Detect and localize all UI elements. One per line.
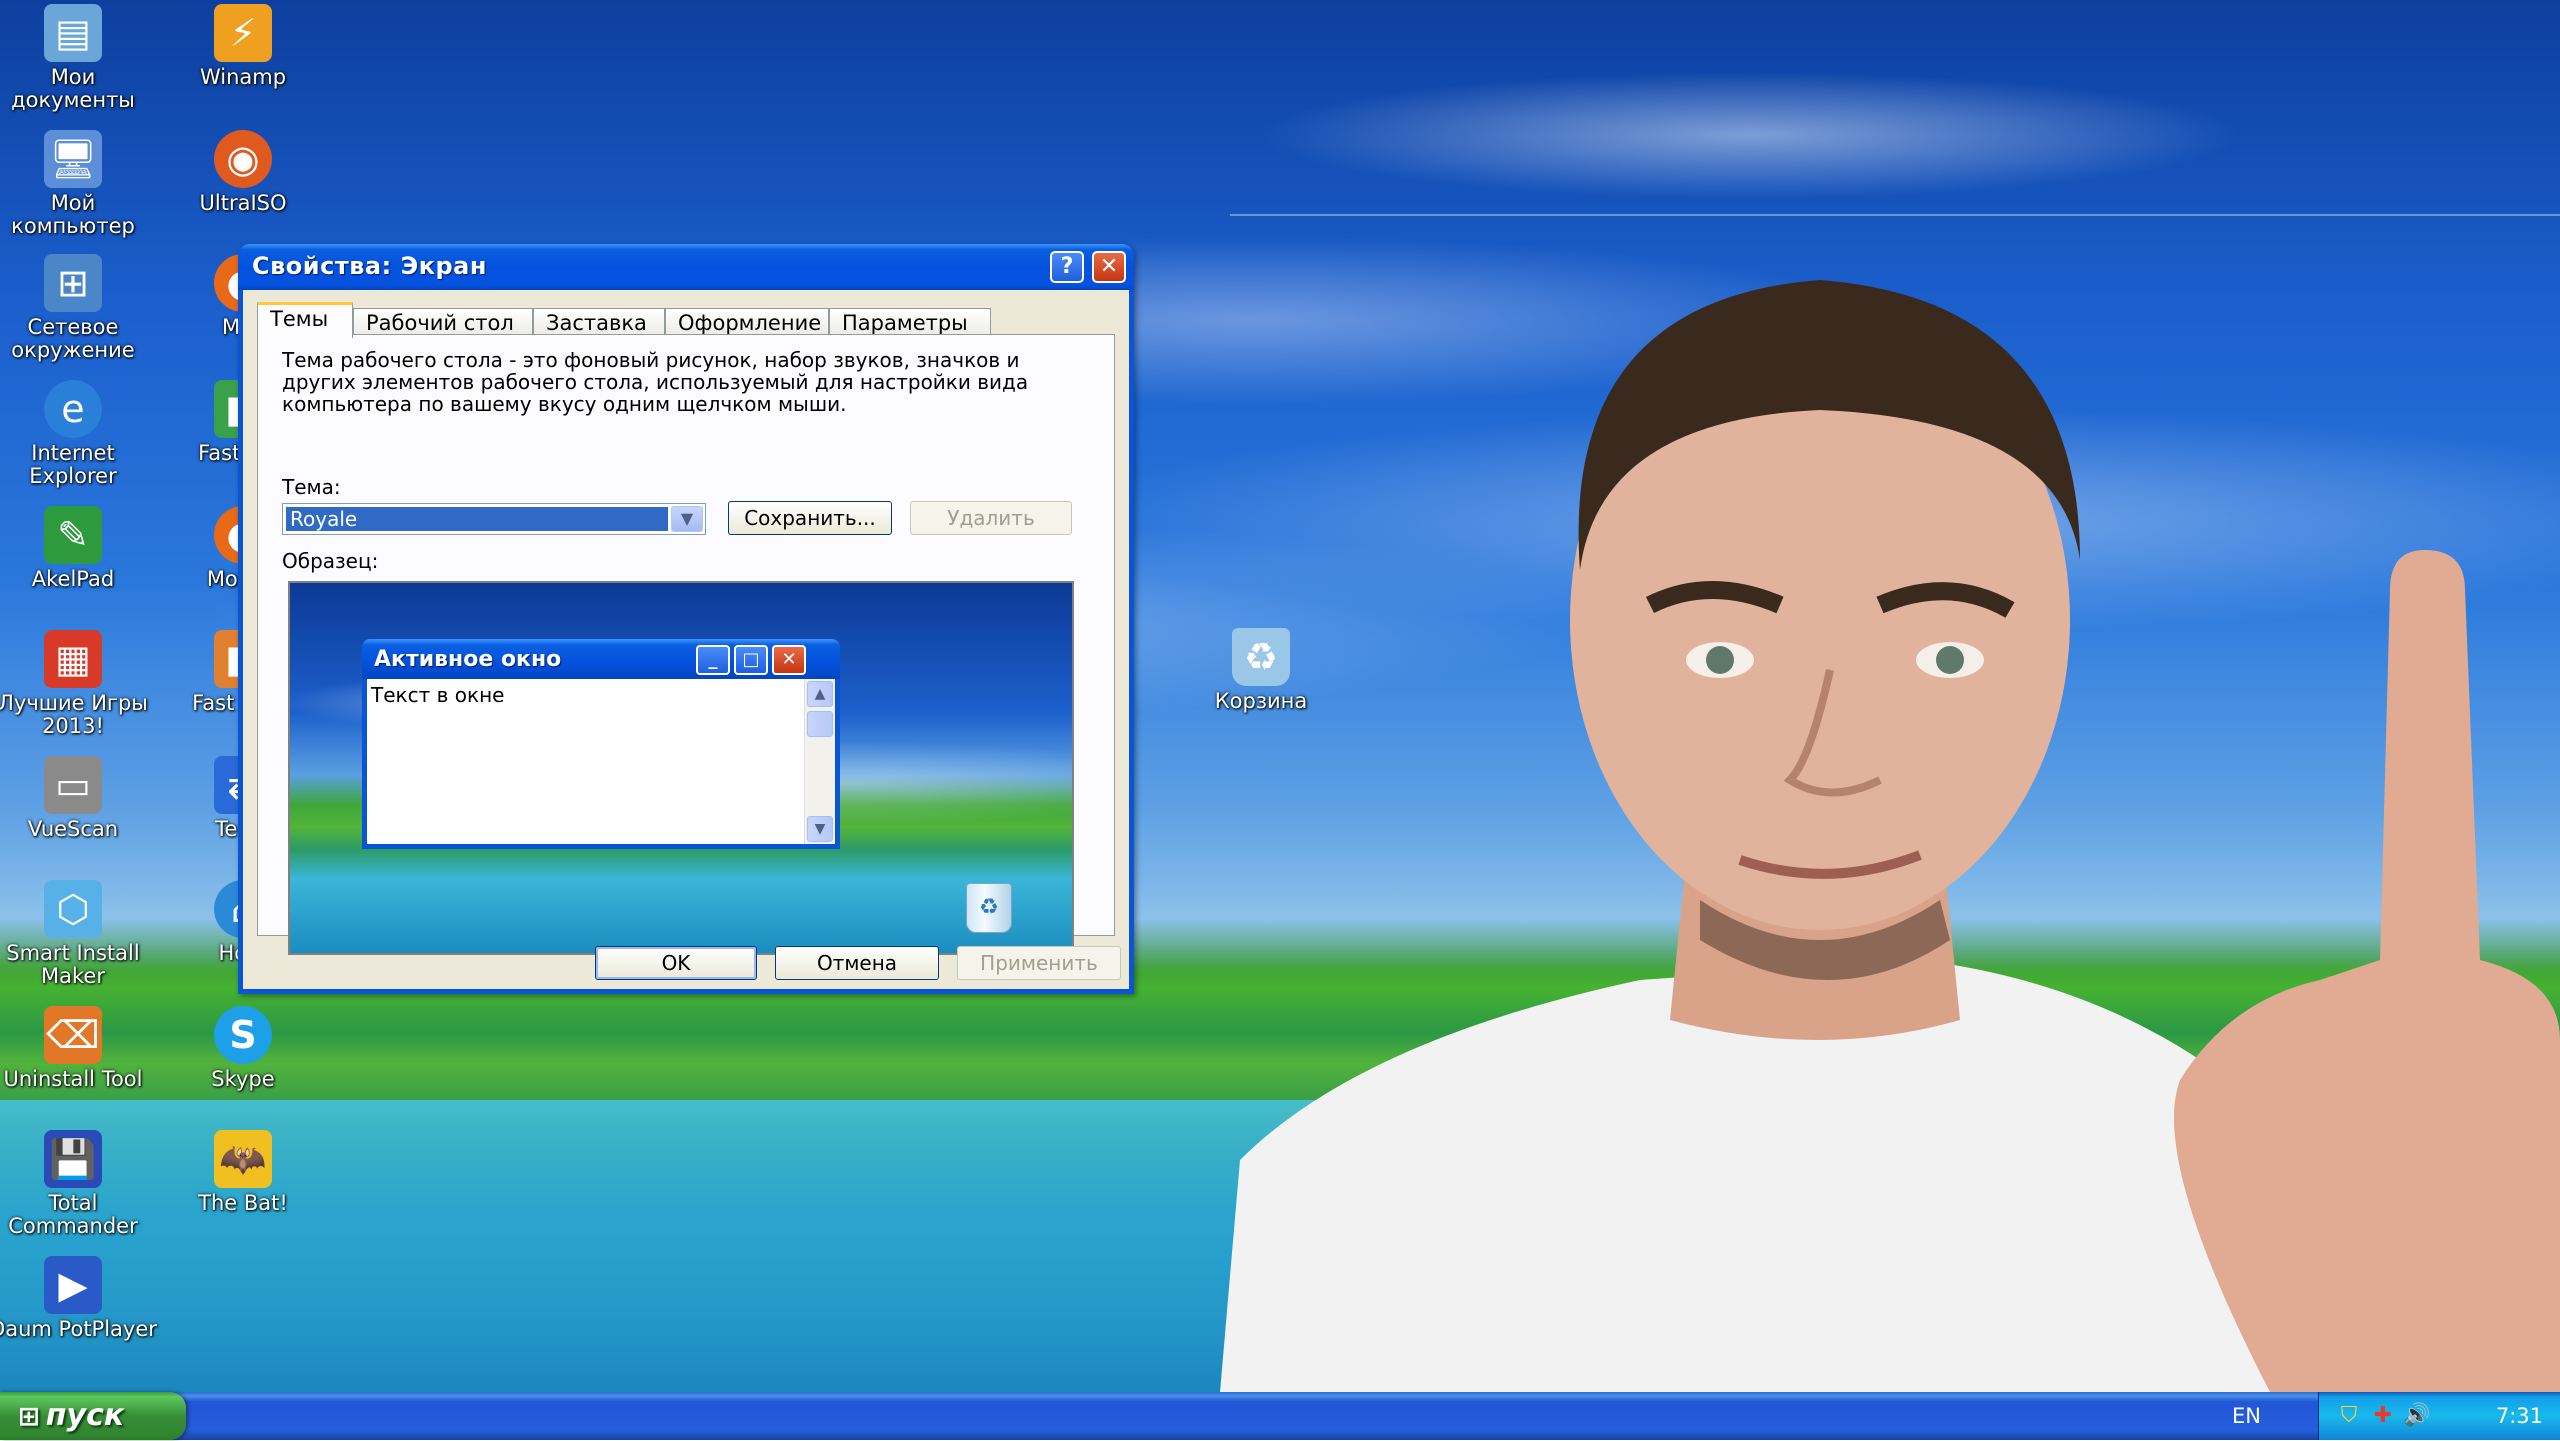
- desktop-icon-winamp[interactable]: ⚡ Winamp: [158, 4, 328, 89]
- preview-window-body: Текст в окне ▲ ▼: [367, 679, 835, 844]
- desktop-icon-ultraiso[interactable]: ◉ UltraISO: [158, 130, 328, 215]
- potplayer-icon: ▶: [44, 1256, 102, 1314]
- system-tray: ⛉ ✚ 🔊 7:31: [2318, 1392, 2560, 1440]
- save-theme-button[interactable]: Сохранить...: [728, 501, 892, 535]
- preview-recycle-bin-icon: ♻: [966, 883, 1012, 933]
- sample-label: Образец:: [282, 549, 379, 573]
- display-properties-dialog: Свойства: Экран ? ✕ Темы Рабочий стол За…: [238, 244, 1134, 994]
- theme-preview: Активное окно _ □ ✕ Текст в окне ▲ ▼ ♻: [288, 581, 1074, 955]
- desktop-icon-internet-explorer[interactable]: e Internet Explorer: [0, 380, 158, 488]
- desktop-icon-total-commander[interactable]: 💾 Total Commander: [0, 1130, 158, 1238]
- themes-description: Тема рабочего стола - это фоновый рисуно…: [282, 348, 1029, 416]
- scroll-down-icon: ▼: [807, 816, 833, 842]
- maximize-icon: □: [734, 645, 768, 675]
- clock[interactable]: 7:31: [2496, 1402, 2543, 1430]
- desktop-horizon-line: [1230, 214, 2560, 216]
- folder-documents-icon: ▤: [44, 4, 102, 62]
- preview-active-window: Активное окно _ □ ✕ Текст в окне ▲ ▼: [362, 639, 840, 849]
- scroll-up-icon: ▲: [807, 681, 833, 707]
- help-button[interactable]: ?: [1050, 251, 1084, 283]
- start-label: пуск: [45, 1398, 125, 1433]
- antivirus-icon[interactable]: ✚: [2369, 1402, 2397, 1430]
- network-icon: ⊞: [44, 254, 102, 312]
- scanner-icon: ▭: [44, 756, 102, 814]
- computer-icon: 🖥: [44, 130, 102, 188]
- dialog-body: Темы Рабочий стол Заставка Оформление Па…: [243, 290, 1129, 989]
- person-hand: [2174, 550, 2560, 1392]
- windows-logo-icon: ⊞: [18, 1402, 40, 1432]
- tab-desktop[interactable]: Рабочий стол: [353, 308, 533, 336]
- dialog-titlebar[interactable]: Свойства: Экран ? ✕: [238, 244, 1134, 290]
- theme-select[interactable]: Royale ▼: [282, 503, 706, 535]
- desktop-icon-potplayer[interactable]: ▶ Daum PotPlayer: [0, 1256, 158, 1341]
- apply-button[interactable]: Применить: [957, 946, 1121, 980]
- desktop-icon-akelpad[interactable]: ✎ AkelPad: [0, 506, 158, 591]
- close-icon: ✕: [772, 645, 806, 675]
- desktop-icon-skype[interactable]: S Skype: [158, 1006, 328, 1091]
- delete-theme-button[interactable]: Удалить: [910, 501, 1072, 535]
- theme-select-value: Royale: [286, 507, 668, 531]
- tab-settings[interactable]: Параметры: [829, 308, 991, 336]
- preview-window-text: Текст в окне: [371, 683, 505, 707]
- theme-label: Тема:: [282, 475, 341, 499]
- bat-icon: 🦇: [214, 1130, 272, 1188]
- notepad-icon: ✎: [44, 506, 102, 564]
- desktop-icon-the-bat[interactable]: 🦇 The Bat!: [158, 1130, 328, 1215]
- tab-appearance[interactable]: Оформление: [665, 308, 829, 336]
- desktop-icon-my-computer[interactable]: 🖥 Мой компьютер: [0, 130, 158, 238]
- chevron-down-icon[interactable]: ▼: [671, 506, 703, 532]
- dialog-title: Свойства: Экран: [252, 252, 487, 280]
- desktop-icon-games[interactable]: ▦ Лучшие Игры 2013!: [0, 630, 158, 738]
- preview-window-titlebar: Активное окно _ □ ✕: [362, 639, 840, 679]
- desktop-icon-network[interactable]: ⊞ Сетевое окружение: [0, 254, 158, 362]
- floppy-icon: 💾: [44, 1130, 102, 1188]
- ok-button[interactable]: OK: [595, 946, 757, 980]
- cancel-button[interactable]: Отмена: [775, 946, 939, 980]
- preview-window-title: Активное окно: [374, 647, 562, 672]
- close-button[interactable]: ✕: [1092, 251, 1126, 283]
- skype-icon: S: [214, 1006, 272, 1064]
- scroll-thumb: [807, 711, 833, 737]
- start-button[interactable]: ⊞ пуск: [0, 1392, 186, 1440]
- themes-panel: Тема рабочего стола - это фоновый рисуно…: [257, 334, 1115, 955]
- tab-themes[interactable]: Темы: [257, 302, 353, 338]
- desktop-icon-smart-install-maker[interactable]: ⬡ Smart Install Maker: [0, 880, 158, 988]
- desktop-icon-my-documents[interactable]: ▤ Мои документы: [0, 4, 158, 112]
- volume-icon[interactable]: 🔊: [2403, 1402, 2431, 1430]
- winamp-icon: ⚡: [214, 4, 272, 62]
- security-shield-icon[interactable]: ⛉: [2335, 1402, 2363, 1430]
- uninstall-icon: ⌫: [44, 1006, 102, 1064]
- minimize-icon: _: [696, 645, 730, 675]
- preview-scrollbar: ▲ ▼: [804, 679, 835, 844]
- ie-icon: e: [44, 380, 102, 438]
- installer-icon: ⬡: [44, 880, 102, 938]
- language-indicator[interactable]: EN: [2232, 1402, 2261, 1430]
- desktop-icon-uninstall-tool[interactable]: ⌫ Uninstall Tool: [0, 1006, 158, 1091]
- disc-icon: ◉: [214, 130, 272, 188]
- desktop-icon-vuescan[interactable]: ▭ VueScan: [0, 756, 158, 841]
- taskbar: ⊞ пуск EN ⛉ ✚ 🔊 7:31: [0, 1392, 2560, 1440]
- tab-screensaver[interactable]: Заставка: [533, 308, 665, 336]
- games-icon: ▦: [44, 630, 102, 688]
- person-photo-overlay: [1220, 280, 2560, 1392]
